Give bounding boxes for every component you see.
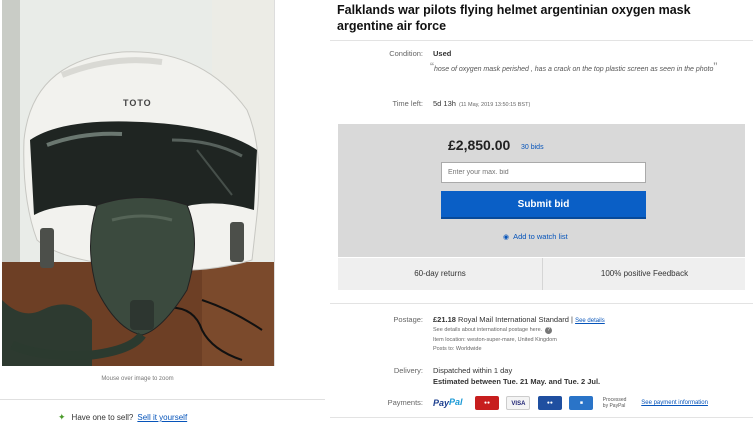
delivery-estimate: Estimated between Tue. 21 May. and Tue. … (433, 377, 601, 386)
paypal-logo: PayPal (433, 397, 463, 409)
listing-title: Falklands war pilots flying helmet argen… (337, 3, 691, 33)
time-left-value: 5d 13h (11 May, 2019 13:50:15 BST) (433, 99, 531, 108)
sell-prompt: ✦ Have one to sell? Sell it yourself (58, 412, 187, 422)
helmet-label: TOTO (123, 98, 152, 108)
condition-value: Used (433, 49, 452, 58)
helmet-photo (2, 0, 274, 366)
visa-icon: VISA (506, 395, 531, 410)
condition-note: “hose of oxygen mask perished , has a cr… (430, 60, 718, 74)
max-bid-input[interactable] (441, 162, 646, 183)
processed-by-paypal: Processed by PayPal (602, 396, 627, 409)
image-gallery: TOTO Mouse over image to zoom ✦ Have one … (0, 0, 325, 422)
postage-label: Postage: (393, 315, 423, 324)
payment-methods: PayPal ●● VISA ●● ■ Processed by PayPal … (433, 394, 708, 410)
see-details-link[interactable]: See details (575, 318, 605, 324)
maestro-icon: ●● (537, 395, 562, 410)
payments-label: Payments: (387, 398, 423, 407)
sell-it-yourself-link[interactable]: Sell it yourself (137, 413, 187, 422)
help-icon[interactable]: ? (545, 327, 553, 334)
delivery-line1: Dispatched within 1 day (433, 366, 513, 375)
condition-label: Condition: (389, 49, 423, 58)
item-location: Item location: weston-super-mare, United… (433, 337, 557, 343)
credit-card-icon: ■ (569, 395, 594, 410)
bid-box: £2,850.00 30 bids Submit bid ◉Add to wat… (338, 124, 745, 257)
eye-icon: ◉ (503, 234, 510, 241)
feedback-badge: 100% positive Feedback (600, 269, 689, 278)
features-bar: 60-day returns 100% positive Feedback (338, 258, 745, 290)
current-price: £2,850.00 (448, 137, 511, 153)
see-payment-information-link[interactable]: See payment information (641, 400, 708, 406)
delivery-label: Delivery: (393, 366, 423, 375)
sell-prompt-text: Have one to sell? (71, 413, 134, 422)
returns-badge: 60-day returns (338, 258, 543, 290)
product-photo[interactable]: TOTO (2, 0, 275, 366)
time-left-label: Time left: (392, 99, 423, 108)
bid-count-link[interactable]: 30 bids (521, 144, 544, 151)
leaf-icon: ✦ (58, 412, 66, 422)
submit-bid-button[interactable]: Submit bid (441, 191, 646, 219)
divider (330, 40, 753, 41)
postage-value: £21.18 Royal Mail International Standard… (433, 315, 605, 324)
posts-to: Posts to: Worldwide (433, 346, 482, 352)
zoom-hint: Mouse over image to zoom (101, 376, 174, 382)
divider (0, 399, 325, 400)
listing-details: Falklands war pilots flying helmet argen… (330, 0, 753, 422)
add-to-watch-list-link[interactable]: ◉ Add to watch list (503, 232, 568, 241)
divider (330, 417, 753, 418)
mastercard-icon: ●● (474, 395, 499, 410)
divider (330, 303, 753, 304)
postage-line1: See details about international postage … (433, 327, 553, 334)
